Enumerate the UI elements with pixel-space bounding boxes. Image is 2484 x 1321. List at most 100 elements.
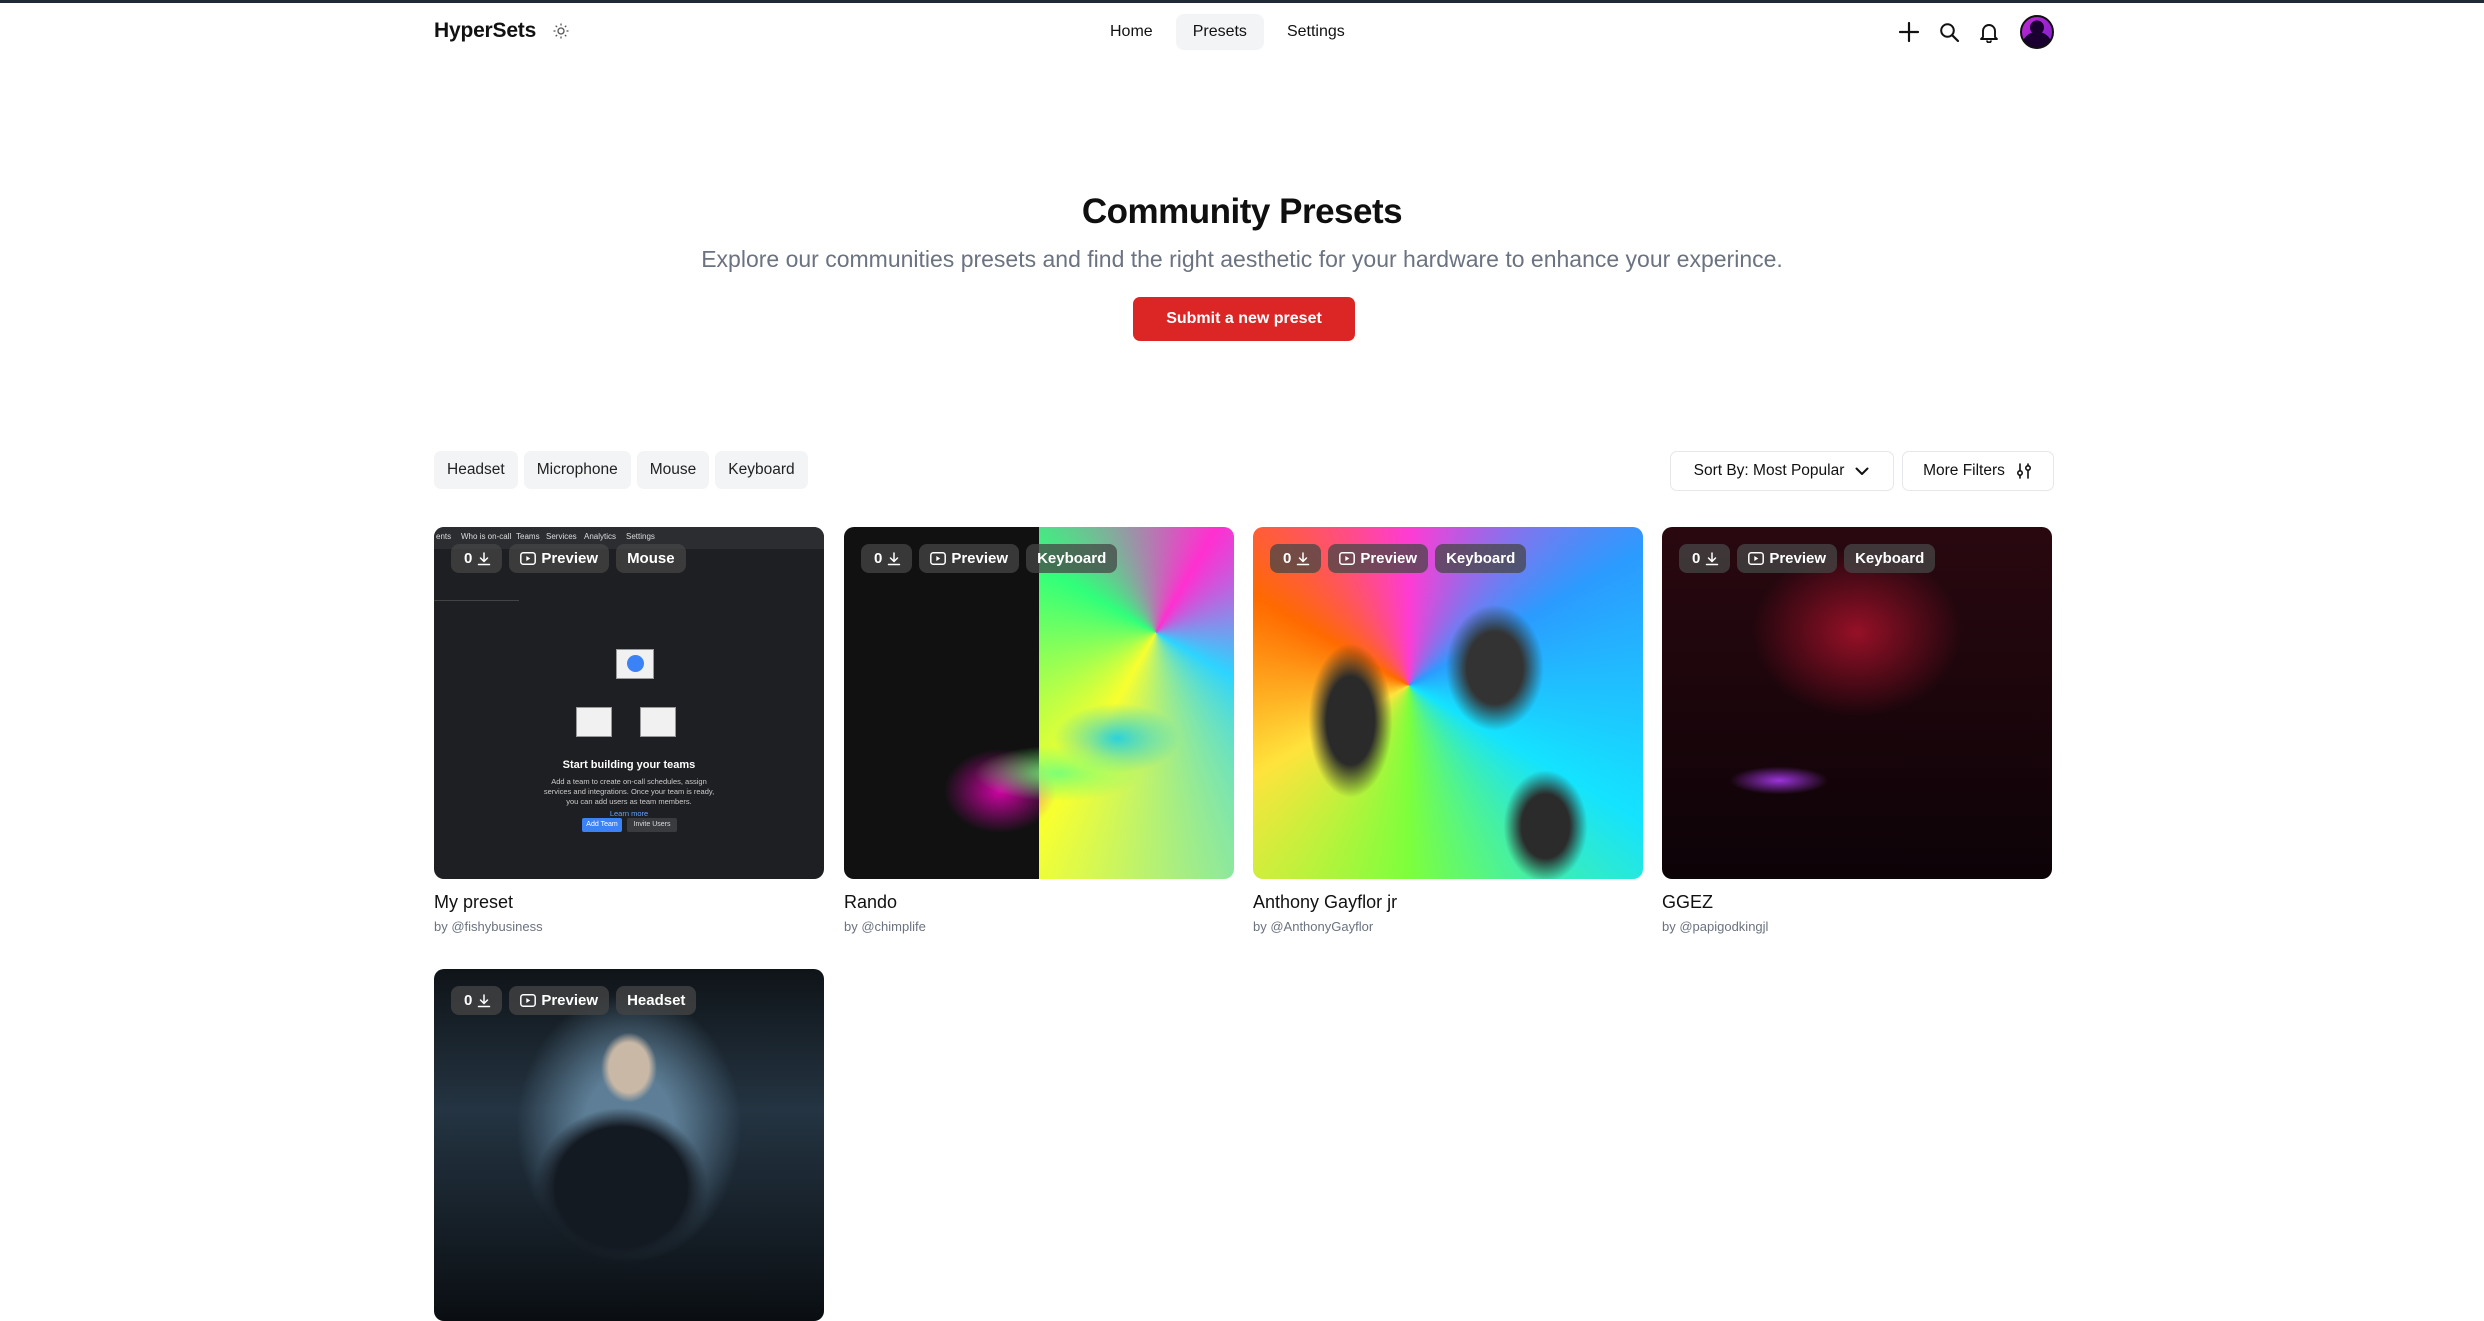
download-count: 0	[464, 550, 473, 567]
download-count-badge[interactable]: 0	[861, 544, 913, 573]
thumb-heading: Start building your teams	[562, 759, 696, 771]
thumb-search	[434, 587, 519, 601]
download-icon	[478, 993, 491, 1007]
nav-settings[interactable]: Settings	[1270, 14, 1362, 50]
sun-icon[interactable]	[550, 20, 572, 42]
more-filters-button[interactable]: More Filters	[1902, 451, 2054, 491]
download-count-badge[interactable]: 0	[451, 986, 503, 1015]
card-author[interactable]: by @fishybusiness	[434, 919, 824, 934]
category-badge[interactable]: Headset	[616, 986, 697, 1015]
preview-label: Preview	[1769, 550, 1827, 567]
sliders-icon	[2016, 463, 2031, 479]
preset-thumbnail[interactable]: 0 Preview Keyboard	[1253, 527, 1643, 879]
nav-presets[interactable]: Presets	[1175, 14, 1264, 50]
category-badge[interactable]: Keyboard	[1435, 544, 1527, 573]
chevron-down-icon	[1855, 467, 1869, 475]
preset-card[interactable]: 0 Preview Keyboard Anthony Gayflor jr by…	[1253, 527, 1643, 934]
card-author[interactable]: by @chimplife	[844, 919, 1234, 934]
preview-button[interactable]: Preview	[509, 544, 610, 573]
preset-thumbnail[interactable]: 0 Preview Keyboard	[1662, 527, 2052, 879]
card-badges: 0 Preview Keyboard	[1679, 544, 1936, 573]
download-count-badge[interactable]: 0	[451, 544, 503, 573]
play-icon	[520, 994, 537, 1007]
preview-button[interactable]: Preview	[509, 986, 610, 1015]
preview-label: Preview	[541, 550, 599, 567]
brand-name[interactable]: HyperSets	[434, 19, 536, 43]
card-badges: 0 Preview Keyboard	[861, 544, 1118, 573]
thumb-link: Learn more	[609, 809, 649, 818]
search-icon[interactable]	[1936, 19, 1962, 45]
download-icon	[1297, 551, 1310, 565]
preview-button[interactable]: Preview	[1328, 544, 1429, 573]
page-title: Community Presets	[1081, 192, 1403, 231]
chip-mouse[interactable]: Mouse	[636, 451, 710, 489]
plus-icon[interactable]	[1896, 19, 1922, 45]
chip-headset[interactable]: Headset	[434, 451, 518, 489]
download-count: 0	[464, 992, 473, 1009]
category-badge[interactable]: Mouse	[616, 544, 686, 573]
preset-thumbnail[interactable]: 0 Preview Keyboard	[844, 527, 1234, 879]
more-filters-label: More Filters	[1923, 462, 2005, 479]
card-title[interactable]: Rando	[844, 892, 1234, 913]
preset-thumbnail[interactable]: 0 Preview Headset	[434, 969, 824, 1321]
page-subtitle: Explore our communities presets and find…	[701, 246, 1783, 272]
thumb-nav-text: ents	[436, 532, 452, 541]
avatar[interactable]	[2020, 15, 2054, 49]
header-actions	[1896, 15, 2054, 49]
thumb-nav-text: Who is on-call	[461, 532, 512, 541]
category-badge[interactable]: Keyboard	[1844, 544, 1936, 573]
chip-keyboard[interactable]: Keyboard	[715, 451, 808, 489]
preset-card[interactable]: 0 Preview Keyboard Rando by @chimplife	[844, 527, 1234, 934]
thumb-nav-text: Settings	[626, 532, 655, 541]
card-badges: 0 Preview Mouse	[451, 544, 686, 573]
card-badges: 0 Preview Keyboard	[1270, 544, 1527, 573]
card-badges: 0 Preview Headset	[451, 986, 697, 1015]
preview-label: Preview	[951, 550, 1009, 567]
preset-card[interactable]: 0 Preview Headset	[434, 969, 824, 1321]
download-icon	[1706, 551, 1719, 565]
download-count: 0	[1283, 550, 1292, 567]
thumb-illustration	[616, 649, 654, 679]
download-count: 0	[874, 550, 883, 567]
preset-card[interactable]: ents Who is on-call Teams Services Analy…	[434, 527, 824, 934]
play-icon	[1339, 552, 1356, 565]
download-icon	[478, 551, 491, 565]
category-chips: Headset Microphone Mouse Keyboard	[434, 451, 808, 489]
main-nav: Home Presets Settings	[1093, 14, 1362, 50]
preview-label: Preview	[541, 992, 599, 1009]
thumb-primary-button: Add Team	[582, 818, 622, 832]
thumb-body: Add a team to create on-call schedules, …	[543, 777, 715, 806]
preview-button[interactable]: Preview	[919, 544, 1020, 573]
thumb-illustration	[576, 707, 612, 737]
preview-label: Preview	[1360, 550, 1418, 567]
submit-preset-button[interactable]: Submit a new preset	[1133, 297, 1355, 341]
sort-dropdown[interactable]: Sort By: Most Popular	[1670, 451, 1894, 491]
thumb-nav-text: Analytics	[584, 532, 617, 541]
sort-label: Sort By: Most Popular	[1693, 462, 1845, 479]
card-author[interactable]: by @AnthonyGayflor	[1253, 919, 1643, 934]
preset-thumbnail[interactable]: ents Who is on-call Teams Services Analy…	[434, 527, 824, 879]
card-title[interactable]: GGEZ	[1662, 892, 2052, 913]
preset-card[interactable]: 0 Preview Keyboard GGEZ by @papigodkingj…	[1662, 527, 2052, 934]
download-count: 0	[1692, 550, 1701, 567]
play-icon	[1748, 552, 1765, 565]
preview-button[interactable]: Preview	[1737, 544, 1838, 573]
download-icon	[888, 551, 901, 565]
brand: HyperSets	[434, 19, 572, 43]
category-badge[interactable]: Keyboard	[1026, 544, 1118, 573]
nav-home[interactable]: Home	[1093, 14, 1170, 50]
thumb-nav-text: Services	[546, 532, 577, 541]
thumb-nav-text: Teams	[516, 532, 540, 541]
card-title[interactable]: Anthony Gayflor jr	[1253, 892, 1643, 913]
thumb-secondary-button: Invite Users	[627, 818, 677, 832]
download-count-badge[interactable]: 0	[1679, 544, 1731, 573]
card-author[interactable]: by @papigodkingjl	[1662, 919, 2052, 934]
play-icon	[520, 552, 537, 565]
download-count-badge[interactable]: 0	[1270, 544, 1322, 573]
play-icon	[930, 552, 947, 565]
card-title[interactable]: My preset	[434, 892, 824, 913]
thumb-illustration	[640, 707, 676, 737]
chip-microphone[interactable]: Microphone	[523, 451, 631, 489]
top-navbar: HyperSets Home Presets Settings	[0, 3, 2484, 61]
bell-icon[interactable]	[1976, 19, 2002, 45]
